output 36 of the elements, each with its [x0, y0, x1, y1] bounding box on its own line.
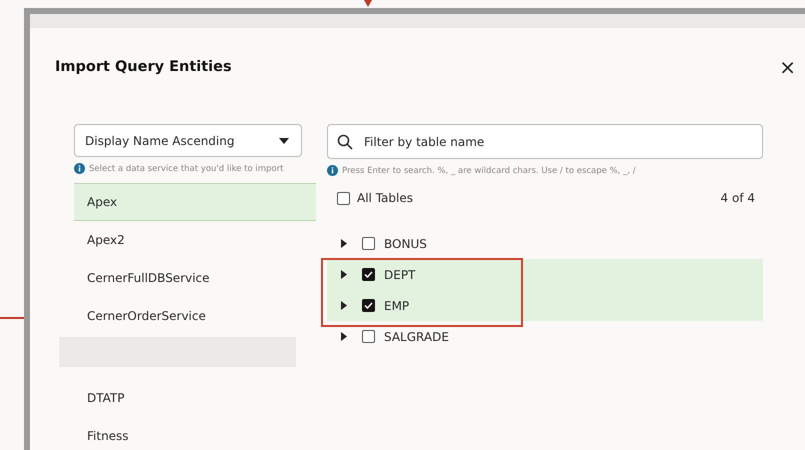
- service-item[interactable]: Fitness: [74, 417, 316, 450]
- service-item[interactable]: CernerFullDBService: [74, 259, 316, 297]
- checkbox[interactable]: [362, 237, 375, 250]
- expand-icon[interactable]: [341, 270, 347, 279]
- expand-icon[interactable]: [341, 301, 347, 310]
- service-item[interactable]: CernerOrderService: [74, 297, 316, 335]
- search-field[interactable]: Filter by table name: [327, 124, 763, 159]
- table-name: SALGRADE: [384, 330, 449, 344]
- service-item[interactable]: Apex2: [74, 221, 316, 259]
- info-icon: [327, 165, 338, 176]
- service-item[interactable]: DTATP: [74, 379, 316, 417]
- checkbox[interactable]: [362, 330, 375, 343]
- annotation-line: [0, 317, 24, 319]
- table-row[interactable]: BONUS: [327, 228, 763, 259]
- service-item[interactable]: Apex: [74, 183, 316, 221]
- checkbox[interactable]: [362, 268, 375, 281]
- search-icon: [337, 134, 353, 150]
- hint-text: Select a data service that you'd like to import: [89, 164, 284, 174]
- table-name: EMP: [384, 298, 410, 312]
- table-row[interactable]: SALGRADE: [327, 321, 763, 352]
- table-name: DEPT: [384, 268, 416, 282]
- table-name: BONUS: [384, 236, 427, 250]
- caret-icon: [279, 138, 289, 144]
- close-button[interactable]: ×: [775, 55, 800, 79]
- hint-text: Press Enter to search. %, _ are wildcard chars. Use / to escape %, _, /: [342, 166, 636, 176]
- table-row[interactable]: EMP: [327, 290, 763, 321]
- info-icon: [74, 163, 85, 174]
- checkbox[interactable]: [362, 299, 375, 312]
- checkbox[interactable]: [337, 192, 350, 204]
- sort-dropdown[interactable]: Display Name Ascending: [74, 124, 302, 157]
- dialog-title: Import Query Entities: [55, 59, 232, 75]
- all-tables-label: All Tables: [357, 191, 413, 205]
- expand-icon[interactable]: [341, 239, 347, 248]
- table-row[interactable]: DEPT: [327, 259, 763, 290]
- expand-icon[interactable]: [341, 332, 347, 341]
- result-count: 4 of 4: [720, 191, 755, 205]
